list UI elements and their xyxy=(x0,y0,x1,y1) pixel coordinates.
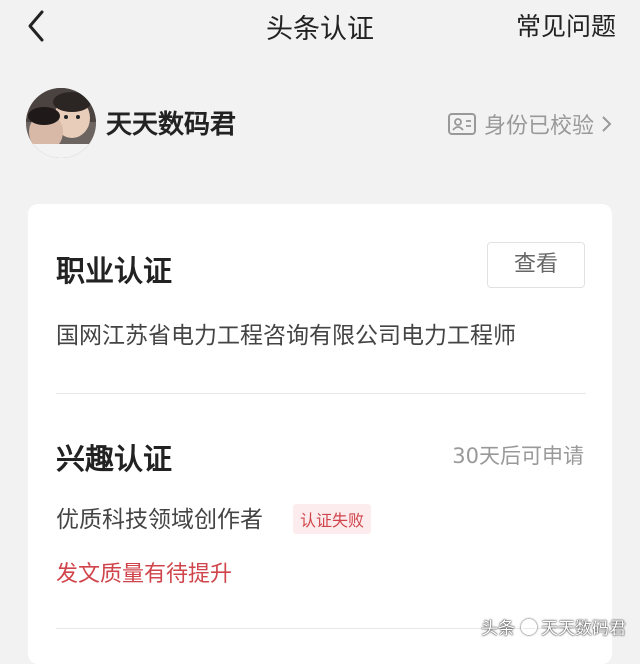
identity-verified-link[interactable]: 身份已校验 xyxy=(447,108,614,140)
watermark-name: 天天数码君 xyxy=(541,619,626,639)
watermark-prefix: 头条 xyxy=(481,619,515,639)
interest-cert-title: 兴趣认证 xyxy=(56,442,173,476)
id-card-icon xyxy=(447,113,476,135)
section-divider xyxy=(56,393,586,394)
identity-verified-label: 身份已校验 xyxy=(483,114,594,139)
view-button[interactable]: 查看 xyxy=(487,242,585,288)
status-badge: 认证失败 xyxy=(293,504,372,534)
watermark: 头条 天天数码君 xyxy=(481,614,626,639)
watermark-logo-icon xyxy=(521,618,537,635)
avatar-photo xyxy=(26,88,96,158)
username: 天天数码君 xyxy=(106,110,237,140)
top-nav-bar: 头条认证 常见问题 xyxy=(0,0,640,56)
apply-hint: 30天后可申请 xyxy=(452,444,584,468)
certification-card: 职业认证 查看 国网江苏省电力工程咨询有限公司电力工程师 兴趣认证 30天后可申… xyxy=(28,204,612,664)
profile-row: 天天数码君 身份已校验 xyxy=(0,86,640,162)
chevron-right-icon xyxy=(602,116,612,132)
professional-cert-title: 职业认证 xyxy=(56,254,173,288)
professional-cert-description: 国网江苏省电力工程咨询有限公司电力工程师 xyxy=(56,323,516,349)
avatar[interactable] xyxy=(26,88,96,158)
faq-link[interactable]: 常见问题 xyxy=(516,7,616,43)
interest-cert-field: 优质科技领域创作者 xyxy=(56,507,263,533)
failure-reason: 发文质量有待提升 xyxy=(56,562,233,587)
